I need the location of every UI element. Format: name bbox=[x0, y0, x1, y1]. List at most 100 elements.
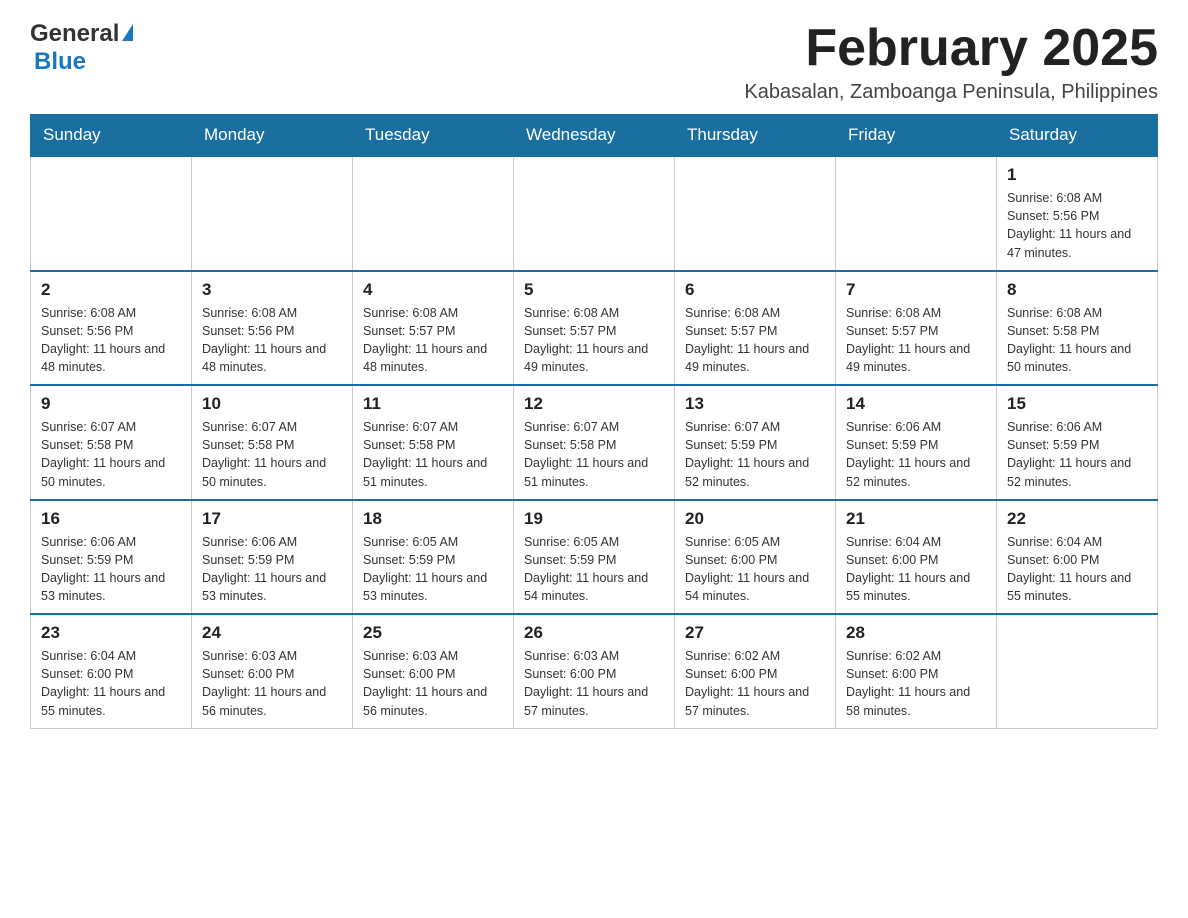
location-title: Kabasalan, Zamboanga Peninsula, Philippi… bbox=[744, 81, 1158, 104]
day-number: 12 bbox=[524, 394, 664, 414]
day-info: Sunrise: 6:05 AM Sunset: 5:59 PM Dayligh… bbox=[524, 533, 664, 606]
calendar-day-cell: 23Sunrise: 6:04 AM Sunset: 6:00 PM Dayli… bbox=[31, 614, 192, 728]
day-number: 19 bbox=[524, 509, 664, 529]
calendar-day-cell: 2Sunrise: 6:08 AM Sunset: 5:56 PM Daylig… bbox=[31, 271, 192, 386]
calendar-day-header: Saturday bbox=[997, 115, 1158, 157]
calendar-day-cell: 26Sunrise: 6:03 AM Sunset: 6:00 PM Dayli… bbox=[514, 614, 675, 728]
calendar-day-cell bbox=[31, 156, 192, 271]
calendar-day-cell: 21 Sunrise: 6:04 AM Sunset: 6:00 PM Dayli… bbox=[836, 500, 997, 615]
day-info: Sunrise: 6:07 AM Sunset: 5:58 PM Dayligh… bbox=[41, 418, 181, 491]
day-info: Sunrise: 6:07 AM Sunset: 5:58 PM Dayligh… bbox=[363, 418, 503, 491]
day-info: Sunrise: 6:07 AM Sunset: 5:58 PM Dayligh… bbox=[202, 418, 342, 491]
logo-blue-text: Blue bbox=[34, 48, 86, 75]
day-info: Sunrise: 6:06 AM Sunset: 5:59 PM Dayligh… bbox=[41, 533, 181, 606]
day-number: 1 bbox=[1007, 165, 1147, 185]
calendar-day-cell: 8 Sunrise: 6:08 AM Sunset: 5:58 PM Daylig… bbox=[997, 271, 1158, 386]
calendar-day-cell: 5Sunrise: 6:08 AM Sunset: 5:57 PM Daylig… bbox=[514, 271, 675, 386]
calendar-day-cell: 15 Sunrise: 6:06 AM Sunset: 5:59 PM Dayli… bbox=[997, 385, 1158, 500]
day-info: Sunrise: 6:08 AM Sunset: 5:56 PM Dayligh… bbox=[1007, 189, 1147, 262]
calendar-week-row: 2 Sunrise: 6:08 AM Sunset: 5:56 PM Daylig… bbox=[31, 271, 1158, 386]
logo: General Blue bbox=[30, 20, 133, 76]
calendar-day-header: Thursday bbox=[675, 115, 836, 157]
day-info: Sunrise: 6:06 AM Sunset: 5:59 PM Dayligh… bbox=[846, 418, 986, 491]
calendar-week-row: 9 Sunrise: 6:07 AM Sunset: 5:58 PM Daylig… bbox=[31, 385, 1158, 500]
day-info: Sunrise: 6:08 AM Sunset: 5:57 PM Dayligh… bbox=[685, 304, 825, 377]
calendar-day-cell: 24 Sunrise: 6:03 AM Sunset: 6:00 PM Dayli… bbox=[192, 614, 353, 728]
day-number: 28 bbox=[846, 623, 986, 643]
logo-triangle-icon bbox=[122, 24, 133, 41]
calendar-day-header: Sunday bbox=[31, 115, 192, 157]
calendar-week-row: 23Sunrise: 6:04 AM Sunset: 6:00 PM Dayli… bbox=[31, 614, 1158, 728]
day-number: 16 bbox=[41, 509, 181, 529]
day-info: Sunrise: 6:04 AM Sunset: 6:00 PM Dayligh… bbox=[846, 533, 986, 606]
day-info: Sunrise: 6:08 AM Sunset: 5:58 PM Dayligh… bbox=[1007, 304, 1147, 377]
calendar-day-cell: 27 Sunrise: 6:02 AM Sunset: 6:00 PM Dayli… bbox=[675, 614, 836, 728]
day-number: 11 bbox=[363, 394, 503, 414]
calendar-day-header: Monday bbox=[192, 115, 353, 157]
day-number: 20 bbox=[685, 509, 825, 529]
calendar-day-cell: 7 Sunrise: 6:08 AM Sunset: 5:57 PM Daylig… bbox=[836, 271, 997, 386]
calendar-day-cell: 6 Sunrise: 6:08 AM Sunset: 5:57 PM Daylig… bbox=[675, 271, 836, 386]
day-info: Sunrise: 6:03 AM Sunset: 6:00 PM Dayligh… bbox=[524, 647, 664, 720]
day-number: 2 bbox=[41, 280, 181, 300]
day-info: Sunrise: 6:04 AM Sunset: 6:00 PM Dayligh… bbox=[1007, 533, 1147, 606]
calendar-day-cell: 16 Sunrise: 6:06 AM Sunset: 5:59 PM Dayli… bbox=[31, 500, 192, 615]
day-info: Sunrise: 6:03 AM Sunset: 6:00 PM Dayligh… bbox=[363, 647, 503, 720]
day-number: 22 bbox=[1007, 509, 1147, 529]
day-number: 7 bbox=[846, 280, 986, 300]
title-block: February 2025 Kabasalan, Zamboanga Penin… bbox=[744, 20, 1158, 104]
calendar-header-row: SundayMondayTuesdayWednesdayThursdayFrid… bbox=[31, 115, 1158, 157]
calendar-day-cell: 28 Sunrise: 6:02 AM Sunset: 6:00 PM Dayli… bbox=[836, 614, 997, 728]
calendar-day-cell: 1 Sunrise: 6:08 AM Sunset: 5:56 PM Daylig… bbox=[997, 156, 1158, 271]
calendar-day-cell: 20 Sunrise: 6:05 AM Sunset: 6:00 PM Dayli… bbox=[675, 500, 836, 615]
calendar-day-cell: 3Sunrise: 6:08 AM Sunset: 5:56 PM Daylig… bbox=[192, 271, 353, 386]
day-info: Sunrise: 6:02 AM Sunset: 6:00 PM Dayligh… bbox=[846, 647, 986, 720]
calendar-week-row: 16 Sunrise: 6:06 AM Sunset: 5:59 PM Dayli… bbox=[31, 500, 1158, 615]
day-number: 8 bbox=[1007, 280, 1147, 300]
calendar-day-cell: 4Sunrise: 6:08 AM Sunset: 5:57 PM Daylig… bbox=[353, 271, 514, 386]
day-number: 14 bbox=[846, 394, 986, 414]
day-info: Sunrise: 6:08 AM Sunset: 5:56 PM Dayligh… bbox=[202, 304, 342, 377]
calendar-day-cell bbox=[997, 614, 1158, 728]
day-info: Sunrise: 6:06 AM Sunset: 5:59 PM Dayligh… bbox=[202, 533, 342, 606]
calendar-table: SundayMondayTuesdayWednesdayThursdayFrid… bbox=[30, 114, 1158, 729]
day-info: Sunrise: 6:02 AM Sunset: 6:00 PM Dayligh… bbox=[685, 647, 825, 720]
calendar-day-cell: 13 Sunrise: 6:07 AM Sunset: 5:59 PM Dayli… bbox=[675, 385, 836, 500]
day-number: 15 bbox=[1007, 394, 1147, 414]
calendar-day-cell: 18Sunrise: 6:05 AM Sunset: 5:59 PM Dayli… bbox=[353, 500, 514, 615]
day-number: 4 bbox=[363, 280, 503, 300]
calendar-day-cell bbox=[514, 156, 675, 271]
day-number: 21 bbox=[846, 509, 986, 529]
calendar-day-cell bbox=[675, 156, 836, 271]
day-info: Sunrise: 6:07 AM Sunset: 5:58 PM Dayligh… bbox=[524, 418, 664, 491]
day-number: 25 bbox=[363, 623, 503, 643]
calendar-day-cell: 10 Sunrise: 6:07 AM Sunset: 5:58 PM Dayli… bbox=[192, 385, 353, 500]
page-header: General Blue February 2025 Kabasalan, Za… bbox=[30, 20, 1158, 104]
day-info: Sunrise: 6:05 AM Sunset: 5:59 PM Dayligh… bbox=[363, 533, 503, 606]
day-number: 13 bbox=[685, 394, 825, 414]
day-info: Sunrise: 6:08 AM Sunset: 5:57 PM Dayligh… bbox=[846, 304, 986, 377]
day-number: 6 bbox=[685, 280, 825, 300]
month-title: February 2025 bbox=[744, 20, 1158, 77]
calendar-day-cell: 9 Sunrise: 6:07 AM Sunset: 5:58 PM Daylig… bbox=[31, 385, 192, 500]
day-info: Sunrise: 6:03 AM Sunset: 6:00 PM Dayligh… bbox=[202, 647, 342, 720]
day-info: Sunrise: 6:05 AM Sunset: 6:00 PM Dayligh… bbox=[685, 533, 825, 606]
calendar-day-cell bbox=[353, 156, 514, 271]
day-number: 24 bbox=[202, 623, 342, 643]
calendar-day-header: Friday bbox=[836, 115, 997, 157]
calendar-day-cell: 14 Sunrise: 6:06 AM Sunset: 5:59 PM Dayli… bbox=[836, 385, 997, 500]
day-number: 10 bbox=[202, 394, 342, 414]
calendar-day-cell: 19 Sunrise: 6:05 AM Sunset: 5:59 PM Dayli… bbox=[514, 500, 675, 615]
day-number: 9 bbox=[41, 394, 181, 414]
logo-general-text: General bbox=[30, 20, 119, 48]
day-info: Sunrise: 6:07 AM Sunset: 5:59 PM Dayligh… bbox=[685, 418, 825, 491]
calendar-day-header: Tuesday bbox=[353, 115, 514, 157]
calendar-day-cell: 22 Sunrise: 6:04 AM Sunset: 6:00 PM Dayli… bbox=[997, 500, 1158, 615]
calendar-day-cell: 12 Sunrise: 6:07 AM Sunset: 5:58 PM Dayli… bbox=[514, 385, 675, 500]
day-info: Sunrise: 6:08 AM Sunset: 5:57 PM Dayligh… bbox=[524, 304, 664, 377]
day-info: Sunrise: 6:04 AM Sunset: 6:00 PM Dayligh… bbox=[41, 647, 181, 720]
calendar-day-cell: 25 Sunrise: 6:03 AM Sunset: 6:00 PM Dayli… bbox=[353, 614, 514, 728]
day-info: Sunrise: 6:06 AM Sunset: 5:59 PM Dayligh… bbox=[1007, 418, 1147, 491]
calendar-day-cell: 11 Sunrise: 6:07 AM Sunset: 5:58 PM Dayli… bbox=[353, 385, 514, 500]
day-number: 27 bbox=[685, 623, 825, 643]
